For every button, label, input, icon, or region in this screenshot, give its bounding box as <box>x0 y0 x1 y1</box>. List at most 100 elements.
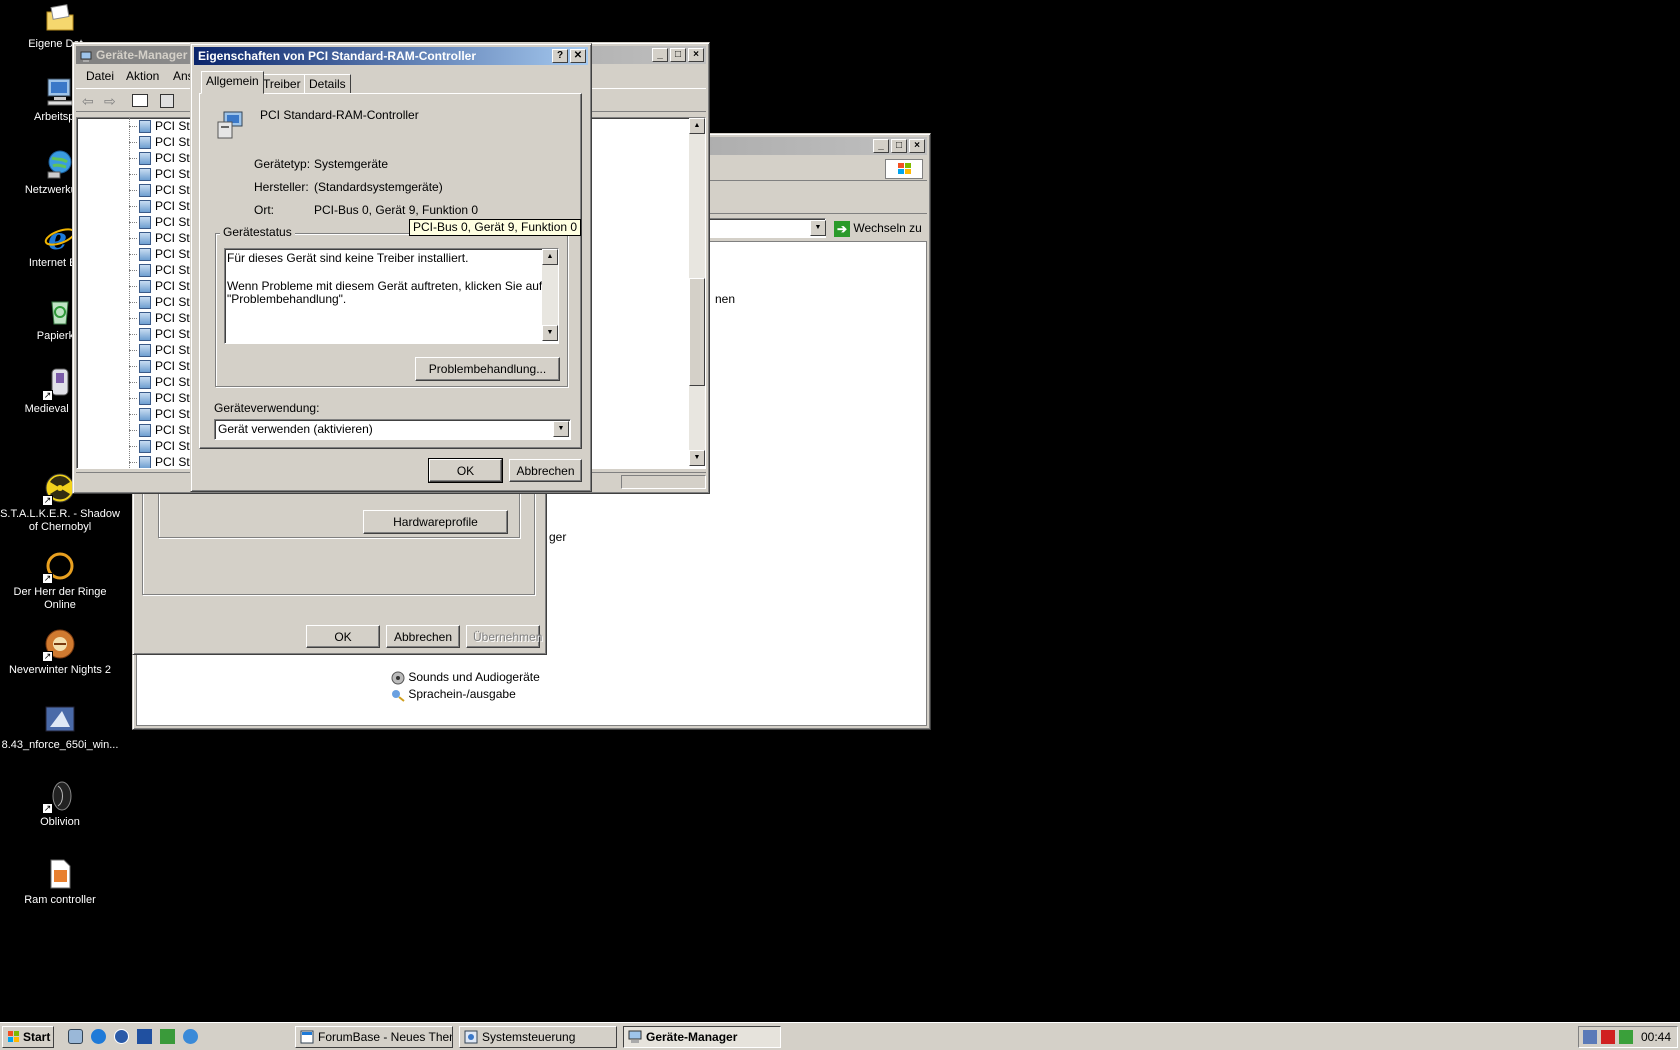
tree-item-pci[interactable]: PCI Sta <box>129 214 196 230</box>
tree-item-pci[interactable]: PCI Sta <box>129 310 196 326</box>
tree-item-pci[interactable]: PCI Sta <box>129 262 196 278</box>
spreadsheet-icon[interactable] <box>160 1029 175 1044</box>
ok-button[interactable]: OK <box>428 458 503 483</box>
media-player-icon[interactable] <box>114 1029 129 1044</box>
tree-item-pci[interactable]: PCI Sta <box>129 294 196 310</box>
tree-item-pci[interactable]: PCI Sta <box>129 182 196 198</box>
pci-device-icon <box>139 232 151 246</box>
chevron-down-icon[interactable]: ▼ <box>810 220 826 236</box>
tree-item-pci[interactable]: PCI Sta <box>129 230 196 246</box>
desktop-icon-nforce-driver[interactable]: 8.43_nforce_650i_win... <box>0 703 122 752</box>
tree-item-pci[interactable]: PCI Sta <box>129 246 196 262</box>
task-control-panel[interactable]: Systemsteuerung <box>459 1026 617 1048</box>
neverwinter-icon: ↗ <box>42 628 76 662</box>
scroll-down-arrow-icon[interactable]: ▼ <box>542 325 558 341</box>
scroll-up-arrow-icon[interactable]: ▲ <box>689 118 705 134</box>
internet-explorer-icon[interactable] <box>91 1029 106 1044</box>
tree-item-pci[interactable]: PCI Sta <box>129 166 196 182</box>
speech-icon <box>391 688 405 702</box>
browser-icon <box>300 1030 314 1044</box>
tree-item-pci[interactable]: PCI Sta <box>129 118 196 134</box>
pci-device-icon <box>139 360 151 374</box>
tree-item-pci[interactable]: PCI Sta <box>129 326 196 342</box>
device-name: PCI Standard-RAM-Controller <box>260 108 419 122</box>
show-desktop-icon[interactable] <box>68 1029 83 1044</box>
cancel-button[interactable]: Abbrechen <box>386 625 460 648</box>
cp-item-sounds[interactable]: Sounds und Audiogeräte <box>391 670 540 685</box>
menu-action[interactable]: Aktion <box>126 69 159 83</box>
dialog-titlebar[interactable]: Eigenschaften von PCI Standard-RAM-Contr… <box>194 47 588 65</box>
close-button[interactable]: × <box>909 139 925 153</box>
desktop-icon-oblivion[interactable]: ↗ Oblivion <box>0 780 122 829</box>
network-icon[interactable] <box>183 1029 198 1044</box>
properties-icon[interactable] <box>160 94 174 108</box>
pci-device-icon <box>139 376 151 390</box>
ring-icon: ↗ <box>42 550 76 584</box>
device-status-text[interactable]: Für dieses Gerät sind keine Treiber inst… <box>224 248 559 344</box>
pci-device-icon <box>139 120 151 134</box>
tree-view-icon[interactable] <box>132 94 148 107</box>
status-scrollbar[interactable]: ▲ ▼ <box>542 249 558 341</box>
device-usage-select[interactable]: Gerät verwenden (aktivieren) ▼ <box>214 419 571 440</box>
help-button[interactable]: ? <box>552 49 568 63</box>
scroll-up-arrow-icon[interactable]: ▲ <box>542 249 558 265</box>
scroll-thumb[interactable] <box>689 278 705 386</box>
tree-item-pci[interactable]: PCI Sta <box>129 438 196 454</box>
pci-device-icon <box>139 168 151 182</box>
tab-details[interactable]: Details <box>304 74 351 94</box>
minimize-button[interactable]: _ <box>873 139 889 153</box>
manufacturer-value: (Standardsystemgeräte) <box>314 180 443 194</box>
tree-item-pci[interactable]: PCI Sta <box>129 150 196 166</box>
task-device-manager[interactable]: Geräte-Manager <box>623 1026 781 1048</box>
app-icon[interactable] <box>137 1029 152 1044</box>
tree-item-pci[interactable]: PCI Sta <box>129 406 196 422</box>
tab-general[interactable]: Allgemein <box>201 71 264 94</box>
system-tray: 00:44 <box>1578 1026 1678 1048</box>
tree-item-pci[interactable]: PCI Sta <box>129 390 196 406</box>
close-button[interactable]: × <box>688 48 704 62</box>
properties-dialog[interactable]: Eigenschaften von PCI Standard-RAM-Contr… <box>190 43 592 492</box>
apply-button[interactable]: Übernehmen <box>466 625 542 648</box>
maximize-button[interactable]: □ <box>670 48 686 62</box>
tree-item-pci[interactable]: PCI Sta <box>129 374 196 390</box>
chevron-down-icon[interactable]: ▼ <box>553 421 569 437</box>
pci-device-icon <box>139 440 151 454</box>
folder-icon <box>44 2 76 34</box>
pci-device-icon <box>139 152 151 166</box>
troubleshoot-button[interactable]: Problembehandlung... <box>415 357 560 381</box>
device-tree-scrollbar[interactable]: ▲ ▼ <box>689 118 705 466</box>
shortcut-arrow-icon: ↗ <box>42 390 53 401</box>
scroll-down-arrow-icon[interactable]: ▼ <box>689 450 705 466</box>
tree-item-pci[interactable]: PCI Sta <box>129 198 196 214</box>
tray-network-icon[interactable] <box>1583 1030 1597 1044</box>
desktop-icon-ram-controller[interactable]: Ram controller <box>0 858 122 907</box>
maximize-button[interactable]: □ <box>891 139 907 153</box>
tree-item-pci[interactable]: PCI Sta <box>129 278 196 294</box>
device-usage-label: Geräteverwendung: <box>214 401 320 415</box>
pci-device-icon <box>139 264 151 278</box>
minimize-button[interactable]: _ <box>652 48 668 62</box>
ok-button[interactable]: OK <box>306 625 380 648</box>
task-forumbase[interactable]: ForumBase - Neues Them... <box>295 1026 453 1048</box>
start-button[interactable]: Start <box>2 1026 54 1048</box>
back-arrow-icon[interactable]: ⇦ <box>82 93 94 110</box>
tray-status-icon[interactable] <box>1619 1030 1633 1044</box>
go-arrow-icon: ➔ <box>834 220 850 237</box>
forward-arrow-icon[interactable]: ⇨ <box>104 93 116 110</box>
tree-item-pci[interactable]: PCI Sta <box>129 342 196 358</box>
hardware-profiles-button[interactable]: Hardwareprofile <box>363 510 508 534</box>
tree-item-pci[interactable]: PCI Sta <box>129 358 196 374</box>
menu-file[interactable]: Datei <box>86 69 114 83</box>
taskbar: Start ForumBase - Neues Them... Systemst… <box>0 1022 1680 1050</box>
cp-item-speech[interactable]: Sprachein-/ausgabe <box>391 687 516 702</box>
tree-item-pci[interactable]: PCI Sta <box>129 422 196 438</box>
cancel-button[interactable]: Abbrechen <box>509 459 582 482</box>
close-button[interactable]: ✕ <box>570 49 586 63</box>
desktop-icon-neverwinter[interactable]: ↗ Neverwinter Nights 2 <box>0 628 122 677</box>
tree-item-pci[interactable]: PCI Sta <box>129 134 196 150</box>
desktop-icon-lotro[interactable]: ↗ Der Herr der Ringe Online <box>0 550 122 612</box>
go-button[interactable]: ➔ Wechseln zu <box>834 219 930 237</box>
tree-item-pci[interactable]: PCI Sta <box>129 454 196 468</box>
tab-driver[interactable]: Treiber <box>258 74 306 94</box>
tray-antivirus-icon[interactable] <box>1601 1030 1615 1044</box>
